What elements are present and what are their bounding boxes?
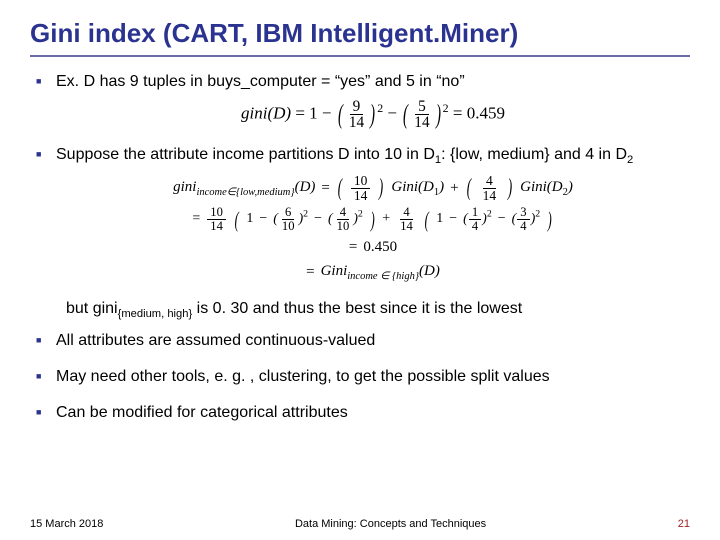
footer-page-number: 21 — [678, 518, 690, 530]
f3-open2: ( — [424, 211, 428, 229]
f3-close2: ) — [548, 211, 552, 229]
f3-close1: ) — [371, 211, 375, 229]
bullet-4: All attributes are assumed continuous-va… — [30, 330, 690, 352]
f3-n3: 4 — [400, 206, 412, 220]
bullet-2b: : {low, medium} and 4 in D — [441, 146, 627, 163]
footer-title: Data Mining: Concepts and Techniques — [295, 518, 486, 530]
f2-g2: Gini(D — [520, 179, 563, 195]
b4-text: All attributes are assumed continuous-va… — [56, 332, 375, 349]
footer-date: 15 March 2018 — [30, 518, 103, 530]
f2-eq: = — [321, 178, 329, 198]
f3-open1: ( — [235, 211, 239, 229]
f3-s2: 2 — [358, 209, 363, 220]
f3-d3: 14 — [397, 220, 416, 233]
f3-n4: 1 — [469, 206, 481, 220]
slide-title: Gini index (CART, IBM Intelligent.Miner) — [30, 18, 690, 49]
formula-line-1: giniincome∈{low,medium}(D) = (1014) Gini… — [173, 174, 573, 202]
slide-footer: 15 March 2018 Data Mining: Concepts and … — [0, 518, 720, 530]
title-underline — [30, 55, 690, 57]
f1-n2: 5 — [415, 99, 429, 115]
f2-d2: 14 — [480, 189, 500, 203]
bullet-list: Ex. D has 9 tuples in buys_computer = “y… — [30, 71, 690, 284]
b3a: but gini — [66, 300, 118, 317]
f3-m2: − — [314, 210, 322, 229]
f3-d5: 4 — [517, 220, 529, 233]
f3-eq: = — [192, 210, 200, 229]
f2-g1: Gini(D — [391, 179, 434, 195]
sub-d2: 2 — [627, 154, 633, 166]
f1-lhs: gini(D) — [241, 103, 291, 122]
f5-sub: income ∈ {high} — [347, 271, 419, 282]
f1-result: 0.459 — [467, 103, 505, 122]
f3-d1: 10 — [279, 220, 298, 233]
f1-eq2: = — [453, 103, 463, 122]
f2-n1: 10 — [351, 174, 371, 189]
formula-line-2: = 1014 ( 1 − (610)2 − (410)2 ) + 414 ( 1… — [192, 206, 553, 232]
f1-sq2: 2 — [443, 101, 449, 115]
f3-n2: 4 — [337, 206, 349, 220]
formula-line-3: = 0.450 — [349, 237, 397, 257]
bullet-2a: Suppose the attribute income partitions … — [56, 146, 435, 163]
bullet-5: May need other tools, e. g. , clustering… — [30, 366, 690, 388]
f3-s4: 2 — [535, 209, 540, 220]
f1-one: 1 — [309, 103, 318, 122]
f3-m3: − — [449, 210, 457, 229]
f3-plus: + — [382, 210, 390, 229]
formula-line-4: = Giniincome ∈ {high}(D) — [306, 261, 440, 284]
bullet-1-text: Ex. D has 9 tuples in buys_computer = “y… — [56, 73, 465, 90]
f2-lhs-a: gini — [173, 179, 196, 195]
f3-d4: 4 — [469, 220, 481, 233]
f5-a: Gini — [321, 263, 348, 279]
f1-d1: 14 — [346, 115, 367, 130]
f2-lhs-b: (D) — [295, 179, 316, 195]
bullet-1: Ex. D has 9 tuples in buys_computer = “y… — [30, 71, 690, 130]
f2-n2: 4 — [483, 174, 496, 189]
slide: Gini index (CART, IBM Intelligent.Miner)… — [0, 0, 720, 540]
f4-val: 0.450 — [363, 237, 397, 257]
f3-n1: 6 — [282, 206, 294, 220]
b6-text: Can be modified for categorical attribut… — [56, 404, 348, 421]
b3sub: {medium, high} — [118, 308, 193, 320]
f5-b: (D) — [419, 263, 440, 279]
f3-s1: 2 — [303, 209, 308, 220]
f1-minus1: − — [322, 103, 332, 122]
b5-text: May need other tools, e. g. , clustering… — [56, 368, 550, 385]
f2-d1: 14 — [351, 189, 371, 203]
bullet-6: Can be modified for categorical attribut… — [30, 402, 690, 424]
f3-d2: 10 — [334, 220, 353, 233]
f3-one2: 1 — [436, 210, 443, 229]
f5-eq: = — [306, 262, 314, 282]
f1-eq: = — [295, 103, 305, 122]
f1-minus2: − — [387, 103, 397, 122]
f2-g1e: ) — [439, 179, 444, 195]
f3-n0: 10 — [207, 206, 226, 220]
f1-n1: 9 — [350, 99, 364, 115]
bullet-2: Suppose the attribute income partitions … — [30, 144, 690, 284]
formula-stack: giniincome∈{low,medium}(D) = (1014) Gini… — [56, 174, 690, 284]
f2-lhs-sub: income∈{low,medium} — [196, 187, 294, 198]
f3-s3: 2 — [487, 209, 492, 220]
bullet-list-2: All attributes are assumed continuous-va… — [30, 330, 690, 423]
f4-eq: = — [349, 237, 357, 257]
f3-m1: − — [259, 210, 267, 229]
f3-n5: 3 — [517, 206, 529, 220]
f2-g2e: ) — [568, 179, 573, 195]
f1-d2: 14 — [411, 115, 432, 130]
formula-gini-d: gini(D) = 1 − (914)2 − (514)2 = 0.459 — [56, 99, 690, 131]
f2-plus: + — [450, 178, 458, 198]
f1-sq1: 2 — [377, 101, 383, 115]
b3b: is 0. 30 and thus the best since it is t… — [192, 300, 522, 317]
bullet-3-continuation: but gini{medium, high} is 0. 30 and thus… — [30, 298, 690, 322]
f3-d0: 14 — [207, 220, 226, 233]
f3-one1: 1 — [246, 210, 253, 229]
f3-m4: − — [498, 210, 506, 229]
